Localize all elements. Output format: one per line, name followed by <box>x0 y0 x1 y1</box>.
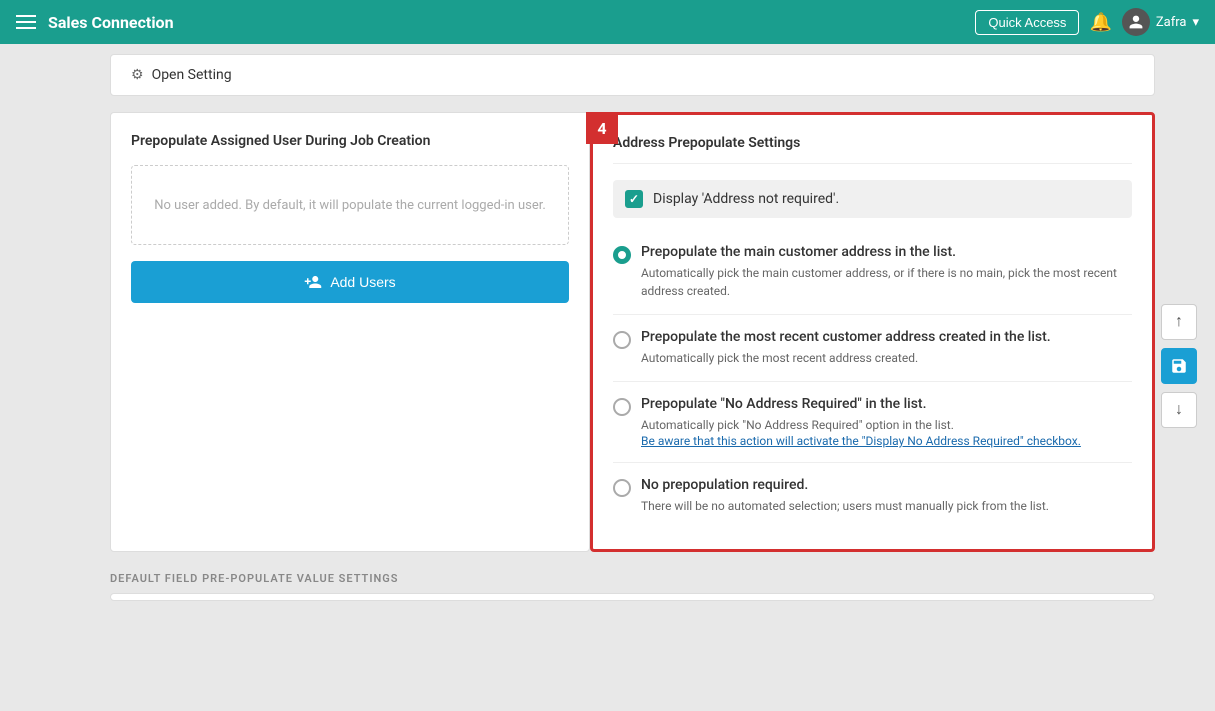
default-field-bar <box>110 593 1155 601</box>
main-content: ⚙ Open Setting Prepopulate Assigned User… <box>0 44 1215 711</box>
radio-option-no-prepopulation: No prepopulation required. There will be… <box>613 463 1132 529</box>
radio-content-3: Prepopulate "No Address Required" in the… <box>641 396 1132 448</box>
two-column-section: Prepopulate Assigned User During Job Cre… <box>110 112 1155 552</box>
radio-desc-2: Automatically pick the most recent addre… <box>641 349 1132 367</box>
user-avatar <box>1122 8 1150 36</box>
radio-desc-4: There will be no automated selection; us… <box>641 497 1132 515</box>
display-address-checkbox[interactable] <box>625 190 643 208</box>
radio-label-4: No prepopulation required. <box>641 477 1132 493</box>
no-user-box: No user added. By default, it will popul… <box>131 165 569 245</box>
user-name: Zafra <box>1156 15 1187 30</box>
chevron-down-icon: ▾ <box>1192 15 1199 30</box>
radio-link-3[interactable]: Be aware that this action will activate … <box>641 434 1132 448</box>
header-left: Sales Connection <box>16 13 174 32</box>
radio-row-1: Prepopulate the main customer address in… <box>613 244 1132 300</box>
right-panel-title: Address Prepopulate Settings <box>613 135 1132 164</box>
header-right: Quick Access 🔔 Zafra ▾ <box>975 8 1199 36</box>
header: Sales Connection Quick Access 🔔 Zafra ▾ <box>0 0 1215 44</box>
left-panel-title: Prepopulate Assigned User During Job Cre… <box>131 133 569 149</box>
app-title: Sales Connection <box>48 13 174 32</box>
radio-circle-3[interactable] <box>613 398 631 416</box>
radio-label-3: Prepopulate "No Address Required" in the… <box>641 396 1132 412</box>
add-users-label: Add Users <box>330 274 395 290</box>
radio-option-no-address-required: Prepopulate "No Address Required" in the… <box>613 382 1132 463</box>
save-icon <box>1170 357 1188 375</box>
radio-content-4: No prepopulation required. There will be… <box>641 477 1132 515</box>
radio-row-2: Prepopulate the most recent customer add… <box>613 329 1132 367</box>
open-setting-label: Open Setting <box>152 67 232 83</box>
gear-icon: ⚙ <box>131 67 144 83</box>
scroll-up-button[interactable]: ↑ <box>1161 304 1197 340</box>
default-field-label: DEFAULT FIELD PRE-POPULATE VALUE SETTING… <box>110 572 1155 585</box>
radio-label-1: Prepopulate the main customer address in… <box>641 244 1132 260</box>
radio-row-4: No prepopulation required. There will be… <box>613 477 1132 515</box>
quick-access-button[interactable]: Quick Access <box>975 10 1079 35</box>
right-panel: Address Prepopulate Settings Display 'Ad… <box>590 112 1155 552</box>
save-button[interactable] <box>1161 348 1197 384</box>
radio-content-2: Prepopulate the most recent customer add… <box>641 329 1132 367</box>
display-address-not-required-row: Display 'Address not required'. <box>613 180 1132 218</box>
step-badge: 4 <box>586 112 618 144</box>
radio-label-2: Prepopulate the most recent customer add… <box>641 329 1132 345</box>
left-panel: Prepopulate Assigned User During Job Cre… <box>110 112 590 552</box>
radio-desc-3: Automatically pick "No Address Required"… <box>641 416 1132 434</box>
radio-circle-1[interactable] <box>613 246 631 264</box>
no-user-text: No user added. By default, it will popul… <box>154 198 546 213</box>
radio-option-recent-address: Prepopulate the most recent customer add… <box>613 315 1132 382</box>
user-menu[interactable]: Zafra ▾ <box>1122 8 1199 36</box>
side-actions: ↑ ↓ <box>1161 304 1197 428</box>
hamburger-menu[interactable] <box>16 15 36 29</box>
open-setting-bar: ⚙ Open Setting <box>110 54 1155 96</box>
radio-desc-1: Automatically pick the main customer add… <box>641 264 1132 300</box>
scroll-down-button[interactable]: ↓ <box>1161 392 1197 428</box>
display-address-label: Display 'Address not required'. <box>653 191 839 207</box>
default-field-section: DEFAULT FIELD PRE-POPULATE VALUE SETTING… <box>110 572 1155 611</box>
person-add-icon <box>304 273 322 291</box>
bell-icon[interactable]: 🔔 <box>1089 12 1111 33</box>
radio-row-3: Prepopulate "No Address Required" in the… <box>613 396 1132 448</box>
radio-content-1: Prepopulate the main customer address in… <box>641 244 1132 300</box>
add-users-button[interactable]: Add Users <box>131 261 569 303</box>
radio-circle-4[interactable] <box>613 479 631 497</box>
radio-option-main-address: Prepopulate the main customer address in… <box>613 230 1132 315</box>
radio-circle-2[interactable] <box>613 331 631 349</box>
